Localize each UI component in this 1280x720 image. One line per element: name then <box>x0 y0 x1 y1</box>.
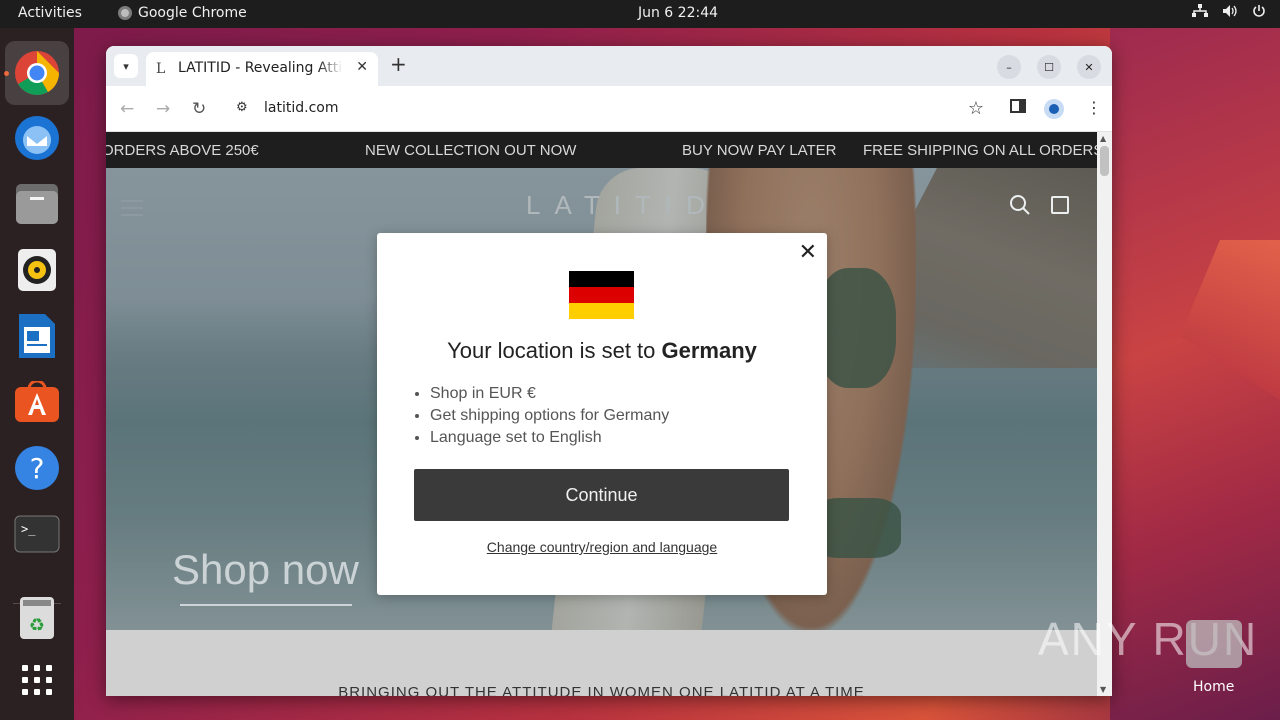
svg-text:>_: >_ <box>21 522 36 536</box>
germany-flag-icon <box>569 271 634 319</box>
flag-stripe-red <box>569 287 634 303</box>
svg-text:♻: ♻ <box>29 615 45 636</box>
thunderbird-icon <box>15 116 59 160</box>
dock-thunderbird[interactable] <box>13 114 61 162</box>
modal-bullets: Shop in EUR € Get shipping options for G… <box>430 383 669 449</box>
address-bar[interactable]: ⚙ latitid.com ☆ <box>226 92 994 126</box>
tab-title: LATITID - Revealing Attitude <box>178 60 343 76</box>
clock[interactable]: Jun 6 22:44 <box>0 5 1280 21</box>
site-logo[interactable]: LATITID <box>526 190 719 221</box>
close-icon[interactable]: ✕ <box>799 239 817 265</box>
app-grid-icon <box>22 665 52 695</box>
close-window-button[interactable]: ✕ <box>1077 55 1101 79</box>
app-center-icon <box>15 381 59 422</box>
site-info-icon[interactable]: ⚙ <box>236 100 248 115</box>
browser-toolbar: ← → ↻ ⚙ latitid.com ☆ ⋮ <box>106 86 1112 132</box>
maximize-icon: ☐ <box>1044 60 1054 74</box>
system-tray[interactable] <box>1192 4 1266 22</box>
trash-icon: ♻ <box>20 597 54 639</box>
search-icon[interactable] <box>1009 194 1031 220</box>
dock-app-grid[interactable] <box>13 656 61 704</box>
announcement-bar: ORDERS ABOVE 250€ NEW COLLECTION OUT NOW… <box>106 132 1097 168</box>
dock: ? >_ ♻ <box>0 28 74 720</box>
tab-search-button[interactable]: ▾ <box>114 54 138 78</box>
tagline: BRINGING OUT THE ATTITUDE IN WOMEN ONE L… <box>338 684 865 696</box>
bullet-shipping: Get shipping options for Germany <box>430 405 669 427</box>
volume-icon <box>1222 4 1238 22</box>
new-tab-button[interactable]: + <box>390 54 407 74</box>
help-icon: ? <box>15 446 59 490</box>
back-arrow-icon[interactable]: ← <box>120 99 134 119</box>
modal-heading: Your location is set to Germany <box>377 338 827 364</box>
network-icon <box>1192 4 1208 22</box>
dock-writer[interactable] <box>13 312 61 360</box>
scrollbar-thumb[interactable] <box>1100 146 1109 176</box>
dock-trash[interactable]: ♻ <box>13 594 61 642</box>
dock-files[interactable] <box>13 180 61 228</box>
minimize-icon: – <box>1006 60 1012 74</box>
url-text[interactable]: latitid.com <box>264 100 338 116</box>
writer-icon <box>19 314 55 358</box>
forward-arrow-icon[interactable]: → <box>156 99 170 119</box>
location-modal: ✕ Your location is set to Germany Shop i… <box>377 233 827 595</box>
heading-prefix: Your location is set to <box>447 338 656 363</box>
dock-rhythmbox[interactable] <box>13 246 61 294</box>
dock-terminal[interactable]: >_ <box>13 510 61 558</box>
shop-now-link[interactable]: Shop now <box>172 546 359 594</box>
dock-app-center[interactable] <box>13 378 61 426</box>
files-icon <box>16 184 58 224</box>
tab-bar: ▾ L LATITID - Revealing Attitude ✕ + – ☐… <box>106 46 1112 86</box>
reload-icon[interactable]: ↻ <box>192 99 206 119</box>
continue-button[interactable]: Continue <box>414 469 789 521</box>
home-folder-icon[interactable] <box>1186 620 1242 668</box>
scroll-down-icon[interactable]: ▼ <box>1100 685 1106 694</box>
tab-close-icon[interactable]: ✕ <box>356 59 368 75</box>
profile-avatar-icon[interactable] <box>1044 99 1064 119</box>
shopping-bag-icon[interactable] <box>1051 196 1069 214</box>
tab-favicon: L <box>156 61 166 77</box>
bookmark-star-icon[interactable]: ☆ <box>968 98 984 119</box>
home-folder-label: Home <box>1193 679 1235 695</box>
chrome-icon <box>15 51 59 95</box>
flag-stripe-black <box>569 271 634 287</box>
side-panel-icon[interactable] <box>1010 98 1026 117</box>
maximize-button[interactable]: ☐ <box>1037 55 1061 79</box>
change-country-link[interactable]: Change country/region and language <box>377 539 827 555</box>
dock-chrome[interactable] <box>5 41 69 105</box>
svg-text:?: ? <box>30 452 45 485</box>
terminal-icon: >_ <box>14 515 60 553</box>
rhythmbox-icon <box>18 249 56 291</box>
heading-country: Germany <box>661 338 757 363</box>
announcement-item: ORDERS ABOVE 250€ <box>106 142 259 159</box>
minimize-button[interactable]: – <box>997 55 1021 79</box>
kebab-menu-icon[interactable]: ⋮ <box>1086 98 1102 117</box>
bullet-language: Language set to English <box>430 427 669 449</box>
bullet-currency: Shop in EUR € <box>430 383 669 405</box>
announcement-item: NEW COLLECTION OUT NOW <box>365 142 577 159</box>
flag-stripe-gold <box>569 303 634 319</box>
announcement-item: FREE SHIPPING ON ALL ORDERS ABOVE 250€ <box>863 142 1097 159</box>
top-bar: Activities Google Chrome Jun 6 22:44 <box>0 0 1280 28</box>
chevron-down-icon: ▾ <box>123 59 129 73</box>
hamburger-menu-icon[interactable] <box>121 200 143 221</box>
shop-now-underline <box>180 604 352 606</box>
tab-latitid[interactable]: L LATITID - Revealing Attitude ✕ <box>146 52 378 86</box>
announcement-item: BUY NOW PAY LATER <box>682 142 837 159</box>
power-icon <box>1252 4 1266 22</box>
dock-help[interactable]: ? <box>13 444 61 492</box>
close-icon: ✕ <box>1084 60 1094 74</box>
scroll-up-icon[interactable]: ▲ <box>1100 134 1106 143</box>
